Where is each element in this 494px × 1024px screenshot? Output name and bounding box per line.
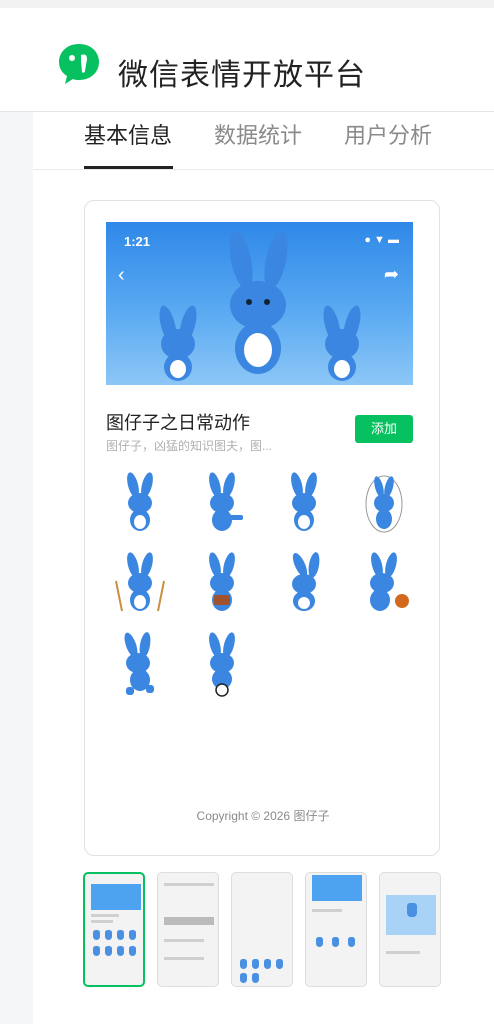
mini-sticker bbox=[93, 946, 100, 956]
sticker-6[interactable] bbox=[192, 551, 252, 617]
tab-data-stats[interactable]: 数据统计 bbox=[214, 118, 302, 150]
top-header: 微信表情开放平台 bbox=[0, 0, 494, 112]
thumb-banner[interactable] bbox=[305, 872, 367, 987]
mini-banner bbox=[312, 875, 362, 901]
mini-sticker bbox=[348, 937, 355, 947]
pack-banner: 1:21 ● ▼ ▬ ‹ ➦ bbox=[106, 222, 413, 385]
tab-user-analysis[interactable]: 用户分析 bbox=[344, 118, 432, 150]
tab-bar: 基本信息 数据统计 用户分析 bbox=[33, 112, 494, 170]
thumb-preview-detail[interactable] bbox=[83, 872, 145, 987]
bunny-center bbox=[229, 230, 288, 374]
mini-text bbox=[164, 939, 204, 942]
sticker-10[interactable] bbox=[192, 631, 252, 697]
sticker-1[interactable] bbox=[110, 471, 170, 537]
mini-sticker bbox=[105, 946, 112, 956]
sticker-preview-card: 1:21 ● ▼ ▬ ‹ ➦ 图仔子之日常动作 图仔子，凶猛的知识图夫，图...… bbox=[84, 200, 440, 856]
mini-sticker bbox=[117, 930, 124, 940]
main-content: 基本信息 数据统计 用户分析 1:21 ● ▼ ▬ ‹ ➦ 图仔子之日常动作 图… bbox=[33, 112, 494, 1024]
mini-sticker bbox=[129, 946, 136, 956]
mini-bar bbox=[164, 917, 214, 925]
thumb-chat[interactable] bbox=[157, 872, 219, 987]
mini-text bbox=[312, 909, 342, 912]
mini-text bbox=[386, 951, 420, 954]
mini-sticker bbox=[240, 959, 247, 969]
thumb-reward[interactable] bbox=[379, 872, 441, 987]
bunny-left bbox=[159, 305, 197, 381]
active-tab-indicator bbox=[84, 166, 173, 169]
platform-title: 微信表情开放平台 bbox=[118, 59, 366, 92]
mini-sticker bbox=[252, 959, 259, 969]
mini-text bbox=[91, 920, 113, 923]
mini-sticker bbox=[93, 930, 100, 940]
mini-sticker bbox=[117, 946, 124, 956]
add-button[interactable]: 添加 bbox=[355, 415, 413, 443]
mini-sticker bbox=[316, 937, 323, 947]
mini-sticker bbox=[264, 959, 271, 969]
mini-text bbox=[164, 957, 204, 960]
wechat-sticker-logo-icon bbox=[59, 44, 99, 84]
mini-sticker bbox=[240, 973, 247, 983]
pack-title: 图仔子之日常动作 bbox=[106, 413, 250, 433]
mini-sticker bbox=[276, 959, 283, 969]
mini-sticker bbox=[129, 930, 136, 940]
mini-sticker bbox=[105, 930, 112, 940]
sticker-7[interactable] bbox=[274, 551, 334, 617]
copyright-text: Copyright © 2026 图仔子 bbox=[196, 809, 330, 823]
bunny-right bbox=[323, 305, 361, 381]
sticker-2[interactable] bbox=[192, 471, 252, 537]
sticker-9[interactable] bbox=[110, 631, 170, 697]
tab-basic-info[interactable]: 基本信息 bbox=[84, 118, 172, 150]
thumb-keyboard[interactable] bbox=[231, 872, 293, 987]
mini-sticker bbox=[332, 937, 339, 947]
mini-sticker bbox=[252, 973, 259, 983]
banner-bunnies bbox=[159, 230, 361, 381]
mini-sticker bbox=[407, 903, 417, 917]
sticker-8[interactable] bbox=[354, 551, 414, 617]
mini-text bbox=[91, 914, 119, 917]
sticker-5[interactable] bbox=[110, 551, 170, 617]
sticker-3[interactable] bbox=[274, 471, 334, 537]
pack-description: 图仔子，凶猛的知识图夫，图... bbox=[106, 439, 273, 453]
mini-banner bbox=[91, 884, 141, 910]
mini-text bbox=[164, 883, 214, 886]
sticker-4[interactable] bbox=[354, 471, 414, 537]
